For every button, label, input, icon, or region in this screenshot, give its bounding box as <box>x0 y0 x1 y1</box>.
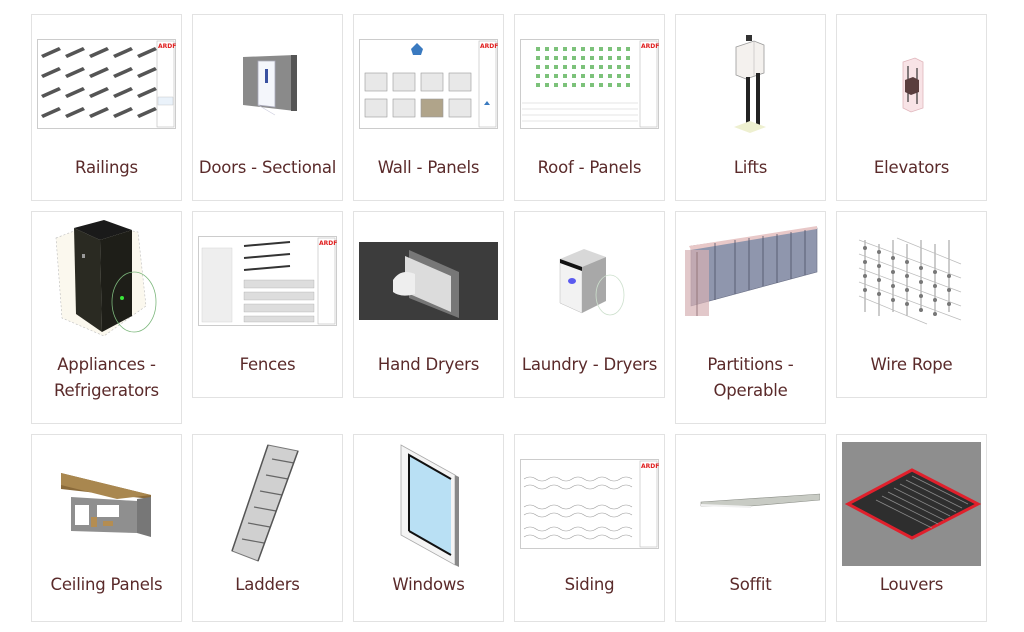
category-label: Wall - Panels <box>377 158 480 177</box>
category-label: Railings <box>75 158 138 177</box>
svg-text:ARDF: ARDF <box>641 463 659 470</box>
svg-text:ARDF: ARDF <box>319 240 337 247</box>
category-label: Louvers <box>879 575 944 594</box>
hand-dryer-thumbnail <box>359 218 498 344</box>
laundry-dryer-thumbnail <box>520 218 659 344</box>
soffit-thumbnail <box>681 441 820 567</box>
ceiling-panels-thumbnail <box>37 441 176 567</box>
category-card-elevators[interactable]: Elevators <box>836 14 987 201</box>
category-card-partitions-operable[interactable]: Partitions - Operable <box>675 211 826 424</box>
category-label: Wire Rope <box>870 355 953 374</box>
category-card-ceiling-panels[interactable]: Ceiling Panels <box>31 434 182 622</box>
category-card-doors-sectional[interactable]: Doors - Sectional <box>192 14 343 201</box>
svg-text:ARDF: ARDF <box>158 43 176 50</box>
category-card-laundry-dryers[interactable]: Laundry - Dryers <box>514 211 665 398</box>
category-card-fences[interactable]: ARDF Fences <box>192 211 343 398</box>
category-card-soffit[interactable]: Soffit <box>675 434 826 622</box>
category-label: Partitions - Operable <box>707 355 794 400</box>
category-card-wall-panels[interactable]: ARDF Wall - Panels <box>353 14 504 201</box>
ladder-thumbnail <box>198 441 337 567</box>
wire-rope-mesh-thumbnail <box>842 218 981 344</box>
siding-sheet-thumbnail: ARDF <box>520 441 659 567</box>
roof-panels-sheet-thumbnail: ARDF <box>520 21 659 147</box>
lift-thumbnail <box>681 21 820 147</box>
svg-text:ARDF: ARDF <box>641 43 659 50</box>
category-label: Hand Dryers <box>377 355 480 374</box>
category-label: Windows <box>392 575 465 594</box>
category-card-appliances-refrigerators[interactable]: Appliances - Refrigerators <box>31 211 182 424</box>
category-card-lifts[interactable]: Lifts <box>675 14 826 201</box>
category-row: ARDF Railings Doors - Sectional ARDF Wal… <box>31 14 991 201</box>
category-card-louvers[interactable]: Louvers <box>836 434 987 622</box>
category-card-hand-dryers[interactable]: Hand Dryers <box>353 211 504 398</box>
refrigerator-thumbnail <box>37 218 176 344</box>
svg-text:ARDF: ARDF <box>480 43 498 50</box>
wall-panels-sheet-thumbnail: ARDF <box>359 21 498 147</box>
category-row: Appliances - Refrigerators ARDF Fences H… <box>31 211 991 424</box>
category-label: Soffit <box>729 575 772 594</box>
category-card-ladders[interactable]: Ladders <box>192 434 343 622</box>
category-label: Elevators <box>873 158 950 177</box>
category-card-railings[interactable]: ARDF Railings <box>31 14 182 201</box>
operable-partition-thumbnail <box>681 218 820 344</box>
window-thumbnail <box>359 441 498 567</box>
category-card-siding[interactable]: ARDF Siding <box>514 434 665 622</box>
sectional-door-thumbnail <box>198 21 337 147</box>
category-row: Ceiling Panels Ladders Windows ARDF Sidi… <box>31 434 991 622</box>
fences-sheet-thumbnail: ARDF <box>198 218 337 344</box>
louver-thumbnail <box>842 441 981 567</box>
category-card-wire-rope[interactable]: Wire Rope <box>836 211 987 398</box>
category-card-roof-panels[interactable]: ARDF Roof - Panels <box>514 14 665 201</box>
elevator-thumbnail <box>842 21 981 147</box>
category-label: Roof - Panels <box>537 158 642 177</box>
category-label: Ceiling Panels <box>50 575 163 594</box>
category-label: Laundry - Dryers <box>521 355 658 374</box>
category-grid: ARDF Railings Doors - Sectional ARDF Wal… <box>31 14 991 632</box>
category-label: Ladders <box>235 575 300 594</box>
category-label: Lifts <box>733 158 768 177</box>
railings-sheet-thumbnail: ARDF <box>37 21 176 147</box>
category-label: Fences <box>239 355 296 374</box>
category-label: Appliances - Refrigerators <box>54 355 159 400</box>
category-label: Doors - Sectional <box>198 158 337 177</box>
category-label: Siding <box>564 575 615 594</box>
category-card-windows[interactable]: Windows <box>353 434 504 622</box>
